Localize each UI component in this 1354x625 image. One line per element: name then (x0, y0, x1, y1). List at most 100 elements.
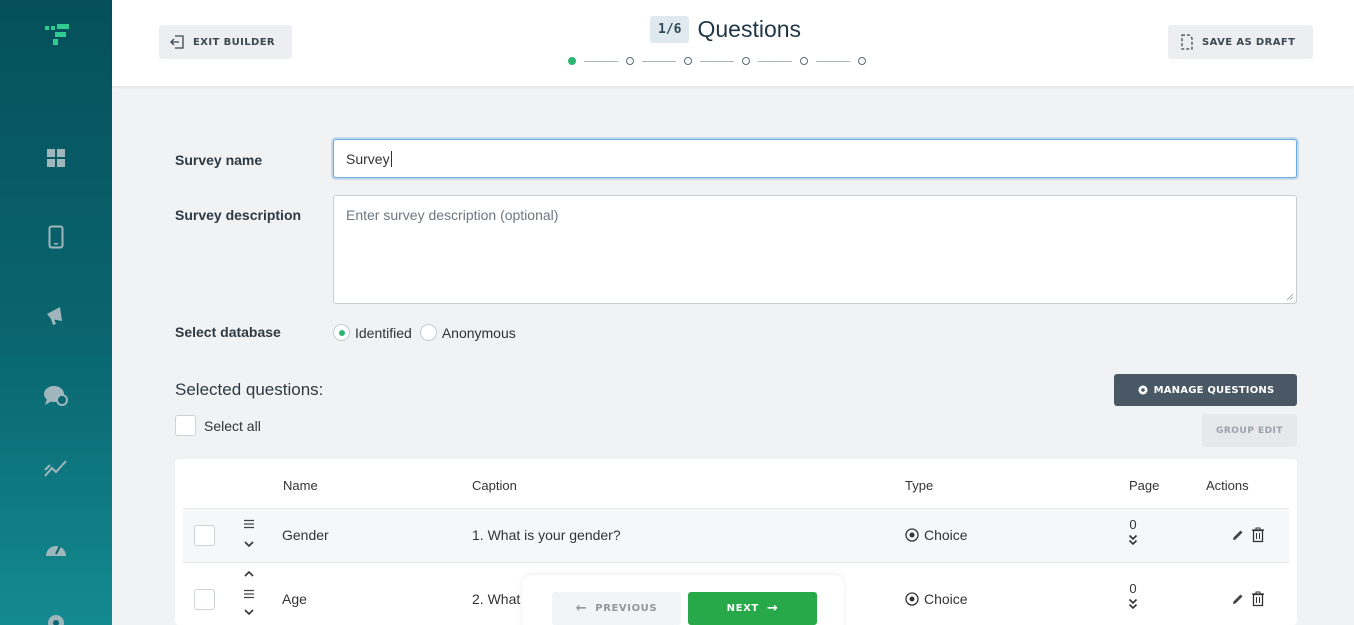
radio-anonymous-label: Anonymous (441, 324, 516, 341)
database-radio-group: Identified Anonymous (333, 324, 516, 341)
dashboard-icon (47, 149, 65, 167)
drag-handle-icon[interactable] (243, 519, 255, 529)
question-name: Age (282, 591, 307, 607)
question-type: Choice (905, 591, 968, 607)
edit-pencil-icon[interactable] (1231, 592, 1245, 606)
column-header-type: Type (905, 478, 934, 493)
column-header-page: Page (1129, 478, 1160, 493)
selected-questions-title: Selected questions: (175, 380, 324, 399)
step-connector (584, 60, 618, 62)
step-progress (568, 57, 866, 65)
radio-identified[interactable] (333, 324, 350, 341)
step-dot[interactable] (684, 57, 692, 65)
select-all: Select all (175, 415, 261, 436)
column-header-name: Name (283, 478, 318, 493)
table-row[interactable]: Gender 1. What is your gender? Choice 0 (183, 508, 1289, 562)
sidebar-item-mobile[interactable] (40, 221, 72, 253)
drag-handle-icon[interactable] (243, 589, 255, 599)
row-actions (1231, 591, 1265, 607)
step-counter-badge: 1/6 (650, 16, 690, 43)
question-caption: 2. What (472, 591, 521, 607)
question-page: 0 (1127, 581, 1139, 613)
row-checkbox[interactable] (194, 589, 215, 610)
analytics-icon (44, 460, 67, 477)
settings-icon (48, 615, 64, 625)
previous-label: PREVIOUS (595, 603, 658, 614)
sidebar-item-campaigns[interactable] (40, 300, 72, 332)
previous-button[interactable]: ← PREVIOUS (552, 592, 681, 625)
save-as-draft-button[interactable]: SAVE AS DRAFT (1168, 25, 1313, 59)
survey-description-textarea[interactable]: Enter survey description (optional) (333, 195, 1297, 304)
row-actions (1231, 527, 1265, 543)
arrow-left-icon: ← (575, 601, 588, 616)
builder-header: EXIT BUILDER 1/6 Questions SAVE AS DRAFT (112, 0, 1354, 86)
step-connector (642, 60, 676, 62)
text-caret (390, 150, 392, 167)
choice-radio-icon (905, 592, 919, 606)
next-label: NEXT (726, 603, 759, 614)
step-dot[interactable] (800, 57, 808, 65)
question-type-label: Choice (924, 527, 968, 543)
survey-name-label: Survey name (175, 152, 263, 168)
exit-builder-button[interactable]: EXIT BUILDER (159, 25, 292, 59)
survey-description-placeholder: Enter survey description (optional) (346, 207, 559, 223)
save-as-draft-label: SAVE AS DRAFT (1202, 36, 1296, 48)
step-navigation: ← PREVIOUS NEXT → (522, 575, 844, 625)
step-connector (758, 60, 792, 62)
radio-identified-label: Identified (355, 324, 412, 341)
move-down-icon[interactable] (243, 539, 255, 549)
survey-name-input[interactable]: Survey (333, 139, 1297, 178)
manage-questions-button[interactable]: MANAGE QUESTIONS (1114, 374, 1297, 406)
resize-handle-icon[interactable] (1286, 293, 1294, 301)
row-reorder (241, 519, 257, 549)
question-page: 0 (1127, 517, 1139, 549)
chat-feedback-icon (44, 386, 68, 406)
select-all-checkbox[interactable] (175, 415, 196, 436)
mobile-icon (48, 225, 64, 249)
step-dot[interactable] (568, 57, 576, 65)
sidebar (0, 0, 112, 625)
question-page-value: 0 (1129, 517, 1137, 532)
step-name: Questions (697, 16, 802, 42)
sidebar-item-settings[interactable] (40, 607, 72, 625)
sidebar-item-dashboard[interactable] (40, 142, 72, 174)
question-type-label: Choice (924, 591, 968, 607)
survey-name-value: Survey (346, 150, 390, 167)
radio-anonymous[interactable] (419, 324, 437, 341)
select-all-label: Select all (204, 417, 261, 434)
arrow-right-icon: → (766, 601, 779, 616)
row-reorder (241, 569, 257, 617)
group-edit-button[interactable]: GROUP EDIT (1202, 414, 1297, 447)
sidebar-item-analytics[interactable] (40, 452, 72, 484)
question-page-value: 0 (1129, 581, 1137, 596)
step-connector (816, 60, 850, 62)
brand-logo[interactable] (45, 24, 71, 46)
step-dot[interactable] (858, 57, 866, 65)
next-button[interactable]: NEXT → (688, 592, 817, 625)
move-down-icon[interactable] (243, 607, 255, 617)
edit-pencil-icon[interactable] (1231, 528, 1245, 542)
manage-questions-label: MANAGE QUESTIONS (1153, 384, 1275, 396)
question-caption: 1. What is your gender? (472, 527, 621, 543)
move-up-icon[interactable] (243, 569, 255, 579)
survey-description-label: Survey description (175, 207, 302, 223)
exit-icon (170, 35, 184, 49)
sidebar-item-feedback[interactable] (40, 380, 72, 412)
choice-radio-icon (905, 528, 919, 542)
trash-icon[interactable] (1251, 527, 1265, 543)
group-edit-label: GROUP EDIT (1215, 425, 1284, 436)
column-header-caption: Caption (472, 478, 517, 493)
draft-icon (1181, 34, 1193, 50)
step-connector (700, 60, 734, 62)
select-database-label: Select database (175, 324, 281, 340)
question-type: Choice (905, 527, 968, 543)
chevron-double-down-icon[interactable] (1128, 598, 1138, 610)
chevron-double-down-icon[interactable] (1128, 534, 1138, 546)
step-dot[interactable] (626, 57, 634, 65)
step-dot[interactable] (742, 57, 750, 65)
column-header-actions: Actions (1206, 478, 1249, 493)
megaphone-icon (47, 307, 62, 325)
row-checkbox[interactable] (194, 525, 215, 546)
trash-icon[interactable] (1251, 591, 1265, 607)
sidebar-item-performance[interactable] (40, 532, 72, 564)
